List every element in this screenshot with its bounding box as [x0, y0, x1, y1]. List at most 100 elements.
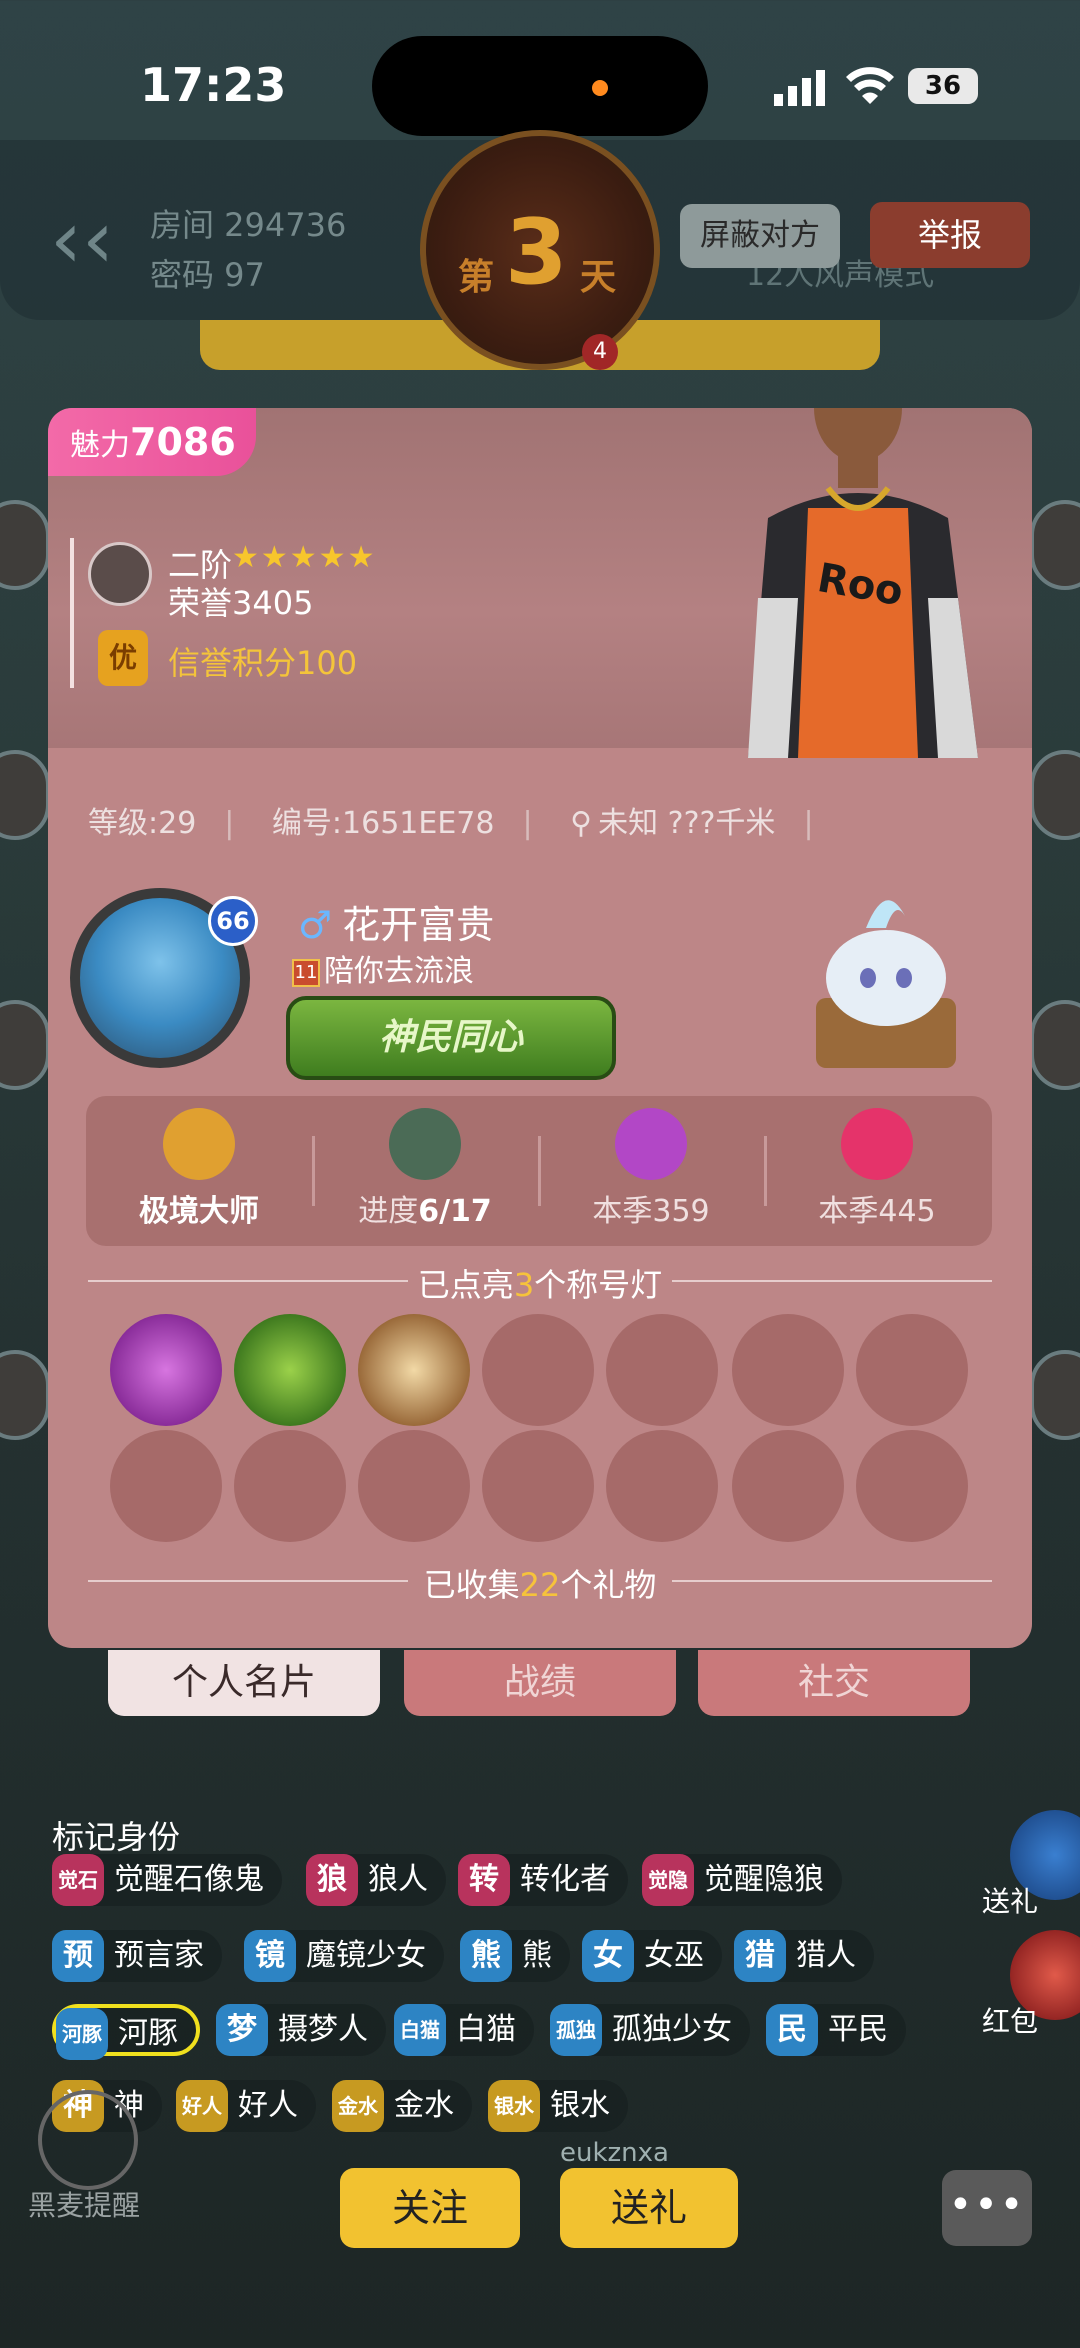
more-icon[interactable]: •••: [942, 2170, 1032, 2246]
gifts-prefix: 已收集: [423, 1566, 520, 1604]
role-badge-icon: 银水: [488, 2080, 540, 2132]
gifts-heading: 已收集22个礼物: [48, 1560, 1032, 1606]
red-packet-label: 红包: [982, 2005, 1039, 2038]
location-icon: ⚲: [570, 806, 593, 841]
role-label: 魔镜少女: [306, 1938, 426, 1973]
role-chip[interactable]: 预预言家: [52, 1930, 222, 1982]
tab-profile-card[interactable]: 个人名片: [108, 1650, 380, 1716]
rank-crest-icon: [163, 1108, 235, 1180]
role-chip[interactable]: 狼狼人: [306, 1854, 446, 1906]
role-chip[interactable]: 熊熊: [460, 1930, 570, 1982]
role-chip[interactable]: 女女巫: [582, 1930, 722, 1982]
status-time: 17:23: [140, 58, 287, 112]
role-label: 银水: [550, 2088, 610, 2123]
report-button[interactable]: 举报: [870, 202, 1030, 268]
role-chip[interactable]: 孤独 孤独少女: [550, 2004, 750, 2056]
stat-item[interactable]: 进度6/17: [312, 1096, 538, 1246]
title-lamp-shield-icon[interactable]: [358, 1314, 470, 1426]
side-avatar[interactable]: [0, 1000, 50, 1090]
tag-icon: 11: [292, 958, 320, 987]
follow-button[interactable]: 关注: [340, 2168, 520, 2248]
role-chip-selected[interactable]: 河豚 河豚: [52, 2004, 200, 2060]
profile-card: 魅力7086 二阶 ★★★★★ 荣誉3405 优 信誉积分100 Roo 等级:…: [48, 408, 1032, 1648]
role-badge-icon: 梦: [216, 2004, 268, 2056]
tab-social[interactable]: 社交: [698, 1650, 970, 1716]
role-badge-icon: 金水: [332, 2080, 384, 2132]
day-suffix: 天: [580, 257, 617, 298]
empty-slot: [606, 1430, 718, 1542]
side-avatar[interactable]: [1030, 750, 1080, 840]
day-badge: 4: [582, 334, 618, 370]
empty-slot: [234, 1430, 346, 1542]
honor-points: 荣誉3405: [168, 584, 314, 622]
empty-slot: [606, 1314, 718, 1426]
role-badge-icon: 狼: [306, 1854, 358, 1906]
role-chip[interactable]: 梦摄梦人: [216, 2004, 386, 2056]
stat-label: 本季: [818, 1194, 879, 1229]
avatar-level-badge: 66: [208, 896, 258, 946]
pet-illustration: [816, 900, 956, 1068]
empty-slot: [110, 1430, 222, 1542]
role-chip[interactable]: 觉石 觉醒石像鬼: [52, 1854, 282, 1906]
room-password: 密码 97: [150, 256, 265, 294]
user-location: 未知 ???千米: [598, 806, 776, 841]
title-lamp-green-icon[interactable]: [234, 1314, 346, 1426]
role-badge-icon: 熊: [460, 1930, 512, 1982]
stat-label: 本季: [592, 1194, 653, 1229]
side-avatar[interactable]: [1030, 500, 1080, 590]
recording-indicator: [592, 80, 608, 96]
role-badge-icon: 转: [458, 1854, 510, 1906]
role-badge-icon: 孤独: [550, 2004, 602, 2056]
user-id: 编号:1651EE78: [271, 806, 495, 841]
mic-alert-icon[interactable]: [38, 2090, 138, 2190]
charm-value: 7086: [130, 420, 236, 464]
rank-stars: ★★★★★: [232, 540, 377, 575]
title-lamp-purple-icon[interactable]: [110, 1314, 222, 1426]
user-tag: 陪你去流浪: [324, 954, 474, 989]
user-name-row: ♂ 花开富贵: [298, 894, 494, 949]
role-chip[interactable]: 民平民: [766, 2004, 906, 2056]
titles-heading: 已点亮3个称号灯: [48, 1260, 1032, 1306]
role-chip[interactable]: 银水 银水: [488, 2080, 628, 2132]
charm-badge: 魅力7086: [48, 408, 256, 476]
gift-side-label: 送礼: [982, 1885, 1039, 1918]
role-chip[interactable]: 好人 好人: [176, 2080, 316, 2132]
day-prefix: 第: [458, 257, 495, 298]
role-label: 狼人: [368, 1862, 428, 1897]
role-chip[interactable]: 金水 金水: [332, 2080, 472, 2132]
back-icon[interactable]: ‹‹: [50, 200, 114, 280]
stat-value: 445: [878, 1194, 936, 1229]
empty-slot: [732, 1430, 844, 1542]
role-badge-icon: 预: [52, 1930, 104, 1982]
titles-suffix: 个称号灯: [534, 1266, 663, 1304]
empty-slot: [482, 1430, 594, 1542]
side-avatar[interactable]: [0, 1350, 50, 1440]
role-badge-icon: 觉隐: [642, 1854, 694, 1906]
role-chip[interactable]: 镜魔镜少女: [244, 1930, 444, 1982]
battery-indicator: 36: [908, 68, 978, 104]
side-avatar[interactable]: [1030, 1000, 1080, 1090]
stat-value: 6/17: [418, 1194, 492, 1229]
stat-item[interactable]: 极境大师: [86, 1096, 312, 1246]
side-avatar[interactable]: [1030, 1350, 1080, 1440]
stat-item[interactable]: 本季359: [538, 1096, 764, 1246]
stat-label: 进度: [358, 1194, 419, 1229]
role-label: 好人: [238, 2088, 298, 2123]
side-avatar[interactable]: [0, 500, 50, 590]
role-chip[interactable]: 猎猎人: [734, 1930, 874, 1982]
role-chip[interactable]: 觉隐 觉醒隐狼: [642, 1854, 842, 1906]
role-label: 摄梦人: [278, 2012, 368, 2047]
empty-slot: [358, 1430, 470, 1542]
tab-records[interactable]: 战绩: [404, 1650, 676, 1716]
stat-item[interactable]: 本季445: [764, 1096, 990, 1246]
role-chip[interactable]: 转转化者: [458, 1854, 628, 1906]
role-label: 河豚: [118, 2016, 178, 2051]
titles-prefix: 已点亮: [417, 1266, 514, 1304]
send-gift-button[interactable]: 送礼: [560, 2168, 738, 2248]
role-chip[interactable]: 白猫 白猫: [394, 2004, 534, 2056]
role-label: 白猫: [456, 2012, 516, 2047]
role-label: 女巫: [644, 1938, 704, 1973]
block-button[interactable]: 屏蔽对方: [680, 204, 840, 268]
side-avatar[interactable]: [0, 750, 50, 840]
titles-count: 3: [513, 1266, 535, 1304]
